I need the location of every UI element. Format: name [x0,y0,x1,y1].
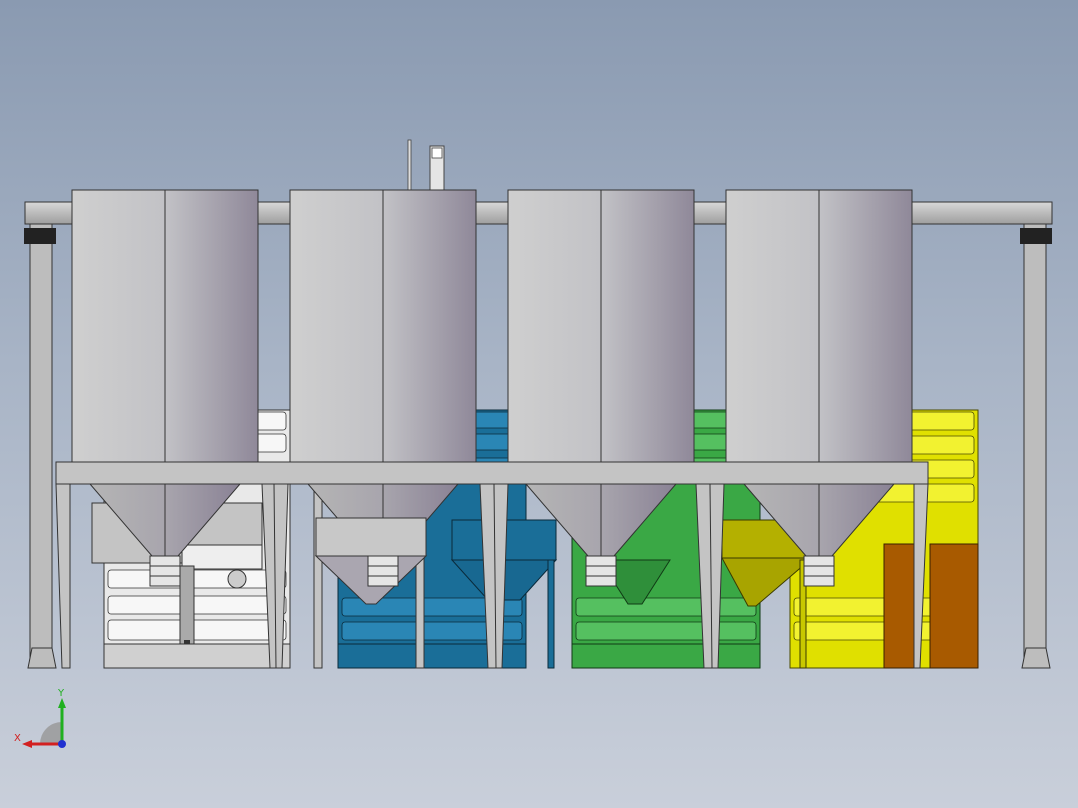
cad-viewport[interactable]: Y X [0,0,1078,808]
gantry-right-post [1023,223,1047,669]
gantry-left-post [29,223,53,669]
gantry-right-trolley [1020,228,1052,244]
x-axis-label: X [14,733,21,744]
y-axis-label: Y [58,688,65,699]
axis-triad-icon [22,698,66,748]
gantry-left-trolley [24,228,56,244]
vent-pipes [407,139,445,191]
coordinate-triad: Y X [14,686,84,756]
silo-plant-model[interactable] [0,0,1078,808]
